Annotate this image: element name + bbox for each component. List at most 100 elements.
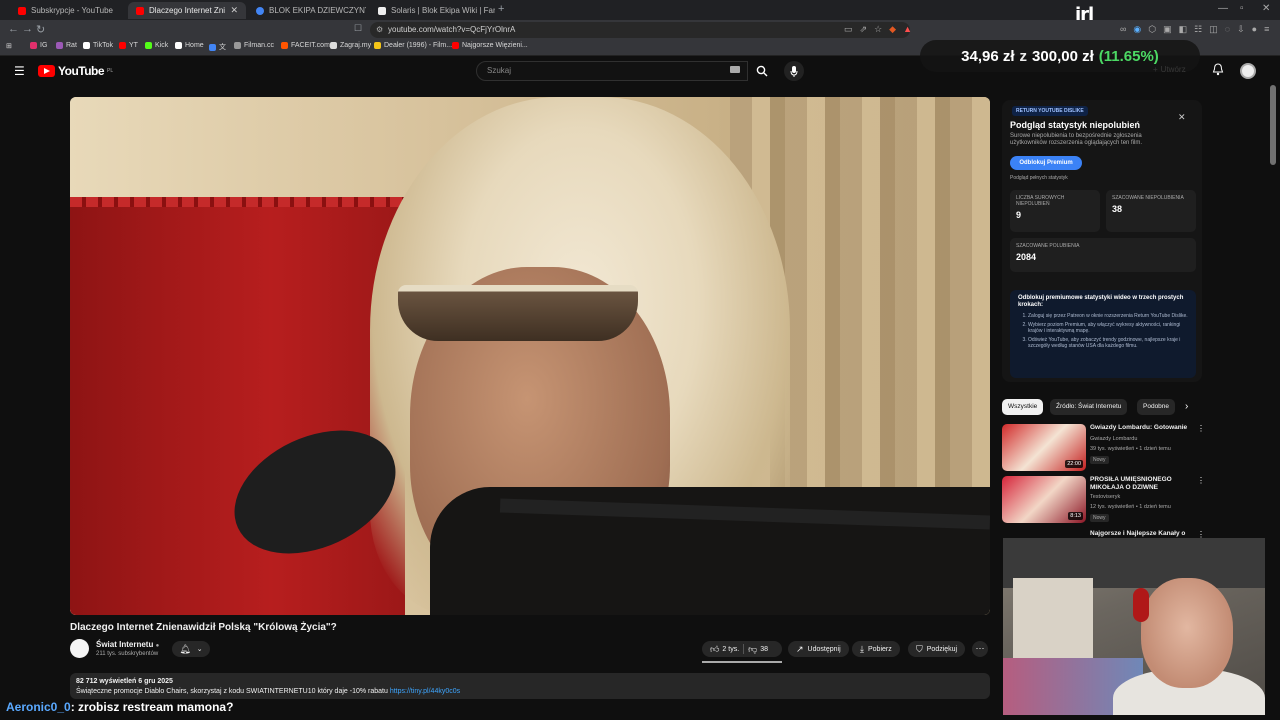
new-tab-icon[interactable]: +	[498, 3, 504, 15]
donation-goal: 300,00 zł	[1032, 47, 1094, 65]
extension-icon[interactable]: ◫	[1209, 24, 1218, 35]
maximize-icon[interactable]: ▫	[1240, 3, 1244, 14]
youtube-logo[interactable]: YouTube PL	[38, 64, 113, 78]
video-thumbnail[interactable]: 8:13	[1002, 476, 1086, 523]
full-stats-link[interactable]: Podgląd pełnych statystyk	[1010, 175, 1068, 181]
share-page-icon[interactable]: ⇗	[860, 24, 868, 35]
thanks-button[interactable]: ⛉ Podziękuj	[908, 641, 966, 657]
recommendation-item[interactable]: 22:00 Gwiazdy Lombardu: Gotowanie Gwiazd…	[1002, 424, 1205, 472]
more-vertical-icon[interactable]: ⋮	[1197, 476, 1205, 485]
like-button[interactable]: 👍︎ 2 tys.	[710, 644, 739, 655]
description-text: Świąteczne promocje Diablo Chairs, skorz…	[76, 688, 984, 695]
apps-grid-icon[interactable]: ⊞	[6, 42, 12, 50]
search-button[interactable]	[750, 61, 774, 81]
star-icon[interactable]: ☆	[874, 24, 882, 35]
chevron-down-icon: ⌄	[196, 646, 203, 653]
instagram-icon	[30, 42, 37, 49]
share-icon: ↗	[796, 643, 804, 654]
chip-all[interactable]: Wszystkie	[1002, 399, 1044, 415]
minimize-icon[interactable]: —	[1218, 3, 1228, 14]
chevron-right-icon[interactable]: ›	[1185, 401, 1188, 412]
voice-search-button[interactable]	[784, 61, 804, 81]
recommendation-item[interactable]: 8:13 PROSIŁA UMIĘŚNIONEGO MIKOŁAJA O DZI…	[1002, 476, 1205, 524]
browser-tab[interactable]: Subskrypcje - YouTube	[10, 2, 128, 19]
page-scrollbar[interactable]	[1270, 85, 1276, 165]
address-bar[interactable]: ⚙ youtube.com/watch?v=QcFjYrOlnrA	[370, 22, 910, 38]
keyboard-icon[interactable]	[730, 66, 740, 73]
video-frame-cabinet	[70, 207, 405, 615]
bookmark-item[interactable]: TikTok	[83, 42, 113, 49]
bookmark-item[interactable]: Kick	[145, 42, 168, 49]
more-actions-button[interactable]: ⋯	[972, 641, 988, 657]
extension-icon[interactable]: ☷	[1194, 24, 1202, 35]
channel-avatar[interactable]	[70, 639, 89, 658]
description-box[interactable]: 82 712 wyświetleń 6 gru 2025 Świąteczne …	[70, 673, 990, 699]
premium-step: Zaloguj się przez Patreon w oknie rozsze…	[1028, 313, 1188, 319]
back-icon[interactable]: ←	[8, 23, 19, 35]
extension-icon[interactable]: ▣	[1163, 24, 1172, 35]
bookmark-item[interactable]: Dealer (1996) - Film...	[374, 42, 452, 49]
bookmark-item[interactable]: Filman.cc	[234, 42, 274, 49]
rat-icon	[56, 42, 63, 49]
chip-similar[interactable]: Podobne	[1137, 399, 1176, 415]
bookmark-item[interactable]: YT	[119, 42, 138, 49]
bookmark-item[interactable]: Rat	[56, 42, 77, 49]
bookmark-item[interactable]: Zagraj.my	[330, 42, 371, 49]
dislike-button[interactable]: 👎︎ 38	[748, 644, 768, 655]
close-icon[interactable]: ✕	[1178, 112, 1186, 123]
youtube-wordmark: YouTube	[58, 64, 105, 78]
user-avatar[interactable]	[1240, 63, 1256, 79]
video-player[interactable]	[70, 97, 990, 615]
thanks-label: Podziękuj	[926, 645, 958, 653]
imdb-icon	[374, 42, 381, 49]
extension-icon[interactable]: ◌	[1225, 24, 1230, 35]
extension-icon[interactable]: ⇩	[1237, 24, 1245, 35]
bookmark-item[interactable]: Home	[175, 42, 204, 49]
chip-channel[interactable]: Źródło: Świat Internetu	[1050, 399, 1128, 415]
profile-icon[interactable]: ●	[1252, 24, 1257, 35]
rd-description: Surowe niepolubienia to bezpośrednie zgł…	[1010, 133, 1143, 146]
close-window-icon[interactable]: ✕	[1262, 3, 1270, 14]
extension-icon[interactable]: ⬡	[1148, 24, 1156, 35]
download-button[interactable]: ⤓ Pobierz	[852, 641, 900, 657]
site-info-icon[interactable]: ⚙	[376, 22, 383, 38]
bookmark-label: YT	[129, 42, 138, 49]
thanks-icon: ⛉	[916, 643, 923, 654]
rd-title: Podgląd statystyk niepolubień	[1010, 120, 1141, 130]
forward-icon[interactable]: →	[22, 23, 33, 35]
bookmark-item[interactable]: Najgorsze Więzieni...	[452, 42, 528, 49]
video-thumbnail[interactable]: 22:00	[1002, 424, 1086, 471]
alert-icon[interactable]: ▲	[903, 24, 912, 35]
browser-tab[interactable]: Solaris | Blok Ekipa Wiki | Fandom	[370, 2, 495, 19]
tab-title: Dlaczego Internet Znienawidził	[149, 6, 226, 15]
notifications-bell-icon[interactable]	[1212, 63, 1224, 81]
microphone-icon	[790, 65, 798, 77]
more-vertical-icon[interactable]: ⋮	[1197, 424, 1205, 433]
description-link[interactable]: https://tiny.pl/44ky0c0s	[390, 688, 460, 695]
bookmark-item[interactable]: 文	[209, 42, 226, 52]
menu-icon[interactable]: ≡	[1264, 24, 1269, 35]
search-input[interactable]: Szukaj	[476, 61, 748, 81]
reload-icon[interactable]: ↻	[36, 23, 45, 36]
youtube-icon	[119, 42, 126, 49]
cast-icon[interactable]: ▭	[844, 24, 853, 35]
share-button[interactable]: ↗ Udostępnij	[788, 641, 849, 657]
webcam-headset	[1133, 588, 1149, 622]
bookmark-item[interactable]: IG	[30, 42, 47, 49]
channel-name-text: Świat Internetu	[96, 640, 154, 649]
youtube-favicon-icon	[18, 6, 26, 15]
close-tab-icon[interactable]: ✕	[230, 5, 238, 16]
bookmark-item[interactable]: FACEIT.com	[281, 42, 330, 49]
extension-icon[interactable]: ∞	[1120, 24, 1126, 35]
brave-shield-icon[interactable]: ◆	[889, 24, 896, 35]
bookmark-star-icon[interactable]: ☐	[354, 23, 362, 34]
unlock-premium-button[interactable]: Odblokuj Premium	[1010, 156, 1082, 170]
hamburger-menu-icon[interactable]: ☰	[14, 64, 25, 78]
extension-icon[interactable]: ◧	[1179, 24, 1188, 35]
extension-icon[interactable]: ◉	[1133, 24, 1141, 35]
browser-tab[interactable]: BLOK EKIPA DZIEWCZYNY - Szukaj w	[248, 2, 366, 19]
channel-name[interactable]: Świat Internetu ●	[96, 640, 159, 649]
subscription-notification-button[interactable]: 🔔︎ ⌄	[172, 641, 210, 657]
browser-tab-active[interactable]: Dlaczego Internet Znienawidził ✕	[128, 2, 246, 19]
views-and-date: 82 712 wyświetleń 6 gru 2025	[76, 678, 173, 685]
